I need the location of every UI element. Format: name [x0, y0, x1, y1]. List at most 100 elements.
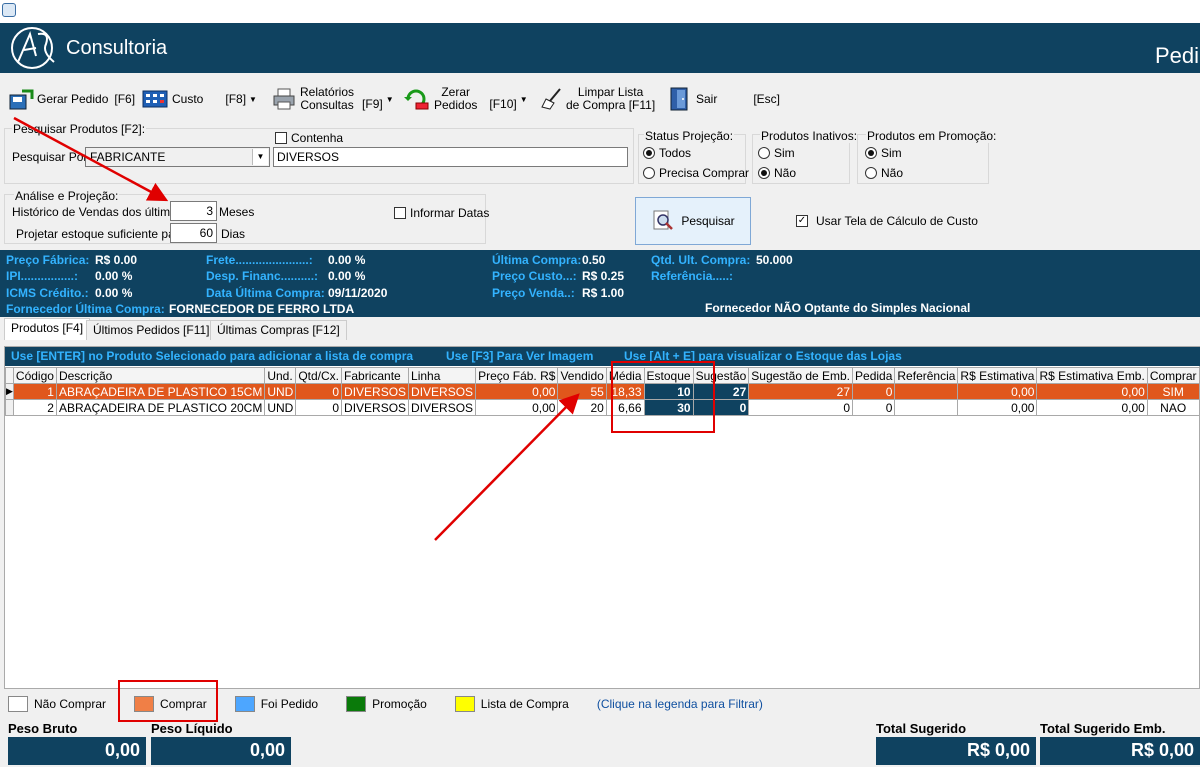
cell-linha: DIVERSOS — [408, 383, 477, 400]
col-codigo[interactable]: Código — [12, 367, 57, 384]
radio-precisa-comprar[interactable]: Precisa Comprar — [643, 166, 749, 180]
relatorios-key: [F9] — [362, 97, 383, 111]
contains-checkbox[interactable]: Contenha — [275, 131, 343, 145]
ultima-compra-key: Última Compra: — [492, 253, 582, 267]
save-order-icon — [9, 89, 34, 110]
col-estimativa[interactable]: R$ Estimativa — [957, 367, 1038, 384]
table-header-row: Código Descrição Und. Qtd/Cx. Fabricante… — [5, 367, 1200, 384]
col-pedida[interactable]: Pedida — [852, 367, 896, 384]
limpar-label: Limpar Lista de Compra [F11] — [566, 85, 656, 112]
chevron-down-icon[interactable]: ▼ — [249, 95, 257, 104]
radio-promocao-nao[interactable]: Não — [865, 166, 903, 180]
col-descricao[interactable]: Descrição — [55, 367, 266, 384]
legend-label: Não Comprar — [34, 697, 107, 711]
legend-swatch — [8, 696, 28, 712]
cell-qtd-cx: 0 — [295, 383, 343, 400]
tab-ultimos-pedidos[interactable]: Últimos Pedidos [F11] — [86, 320, 217, 340]
produtos-inativos-label: Produtos Inativos: — [760, 129, 859, 143]
chevron-down-icon[interactable]: ▼ — [386, 95, 394, 104]
col-preco-fab[interactable]: Preço Fáb. R$ — [475, 367, 559, 384]
data-ultima-value: 09/11/2020 — [328, 286, 388, 300]
zerar-label: Zerar Pedidos — [434, 85, 478, 112]
gerar-pedido-button[interactable]: Gerar Pedido [F6] — [8, 76, 135, 122]
chevron-down-icon[interactable]: ▼ — [520, 95, 528, 104]
row-selector[interactable] — [5, 399, 14, 416]
printer-icon — [273, 88, 295, 110]
historico-meses-input[interactable]: 3 — [170, 201, 217, 221]
cell-estimativa-emb: 0,00 — [1036, 383, 1148, 400]
col-comprar[interactable]: Comprar — [1146, 367, 1200, 384]
col-vendido[interactable]: Vendido — [557, 367, 607, 384]
custo-button[interactable]: Custo [F8] ▼ — [142, 76, 257, 122]
cell-linha: DIVERSOS — [408, 399, 477, 416]
legend-nao-comprar[interactable]: Não Comprar — [8, 696, 106, 712]
legend-lista-compra[interactable]: Lista de Compra — [454, 696, 569, 712]
zerar-pedidos-button[interactable]: Zerar Pedidos [F10] ▼ — [404, 76, 528, 122]
col-linha[interactable]: Linha — [408, 367, 477, 384]
contains-label: Contenha — [291, 131, 344, 145]
pesquisar-button[interactable]: Pesquisar — [635, 197, 751, 245]
row-selector-arrow-icon[interactable]: ▶ — [5, 383, 14, 400]
cell-descricao: ABRAÇADEIRA DE PLASTICO 15CM — [55, 383, 266, 400]
radio-promocao-sim[interactable]: Sim — [865, 146, 902, 160]
relatorios-button[interactable]: Relatórios Consultas [F9] ▼ — [272, 76, 394, 122]
ipi-key: IPI................: — [6, 269, 79, 283]
cell-und: UND — [264, 383, 297, 400]
custo-key: [F8] — [225, 92, 247, 106]
radio-todos-label: Todos — [659, 146, 692, 160]
col-estimativa-emb[interactable]: R$ Estimativa Emb. — [1036, 367, 1148, 384]
produtos-promocao-label: Produtos em Promoção: — [866, 129, 998, 143]
legend-foi-pedido[interactable]: Foi Pedido — [234, 696, 319, 712]
col-referencia[interactable]: Referência — [894, 367, 959, 384]
radio-inativos-sim[interactable]: Sim — [758, 146, 795, 160]
table-row[interactable]: ▶ 1 ABRAÇADEIRA DE PLASTICO 15CM UND 0 D… — [5, 383, 1200, 400]
cell-estimativa: 0,00 — [957, 383, 1038, 400]
usar-tela-calculo-checkbox[interactable]: ✓ Usar Tela de Cálculo de Custo — [796, 214, 978, 228]
qtd-ult-compra-key: Qtd. Ult. Compra: — [651, 253, 751, 267]
ultima-compra-value: 0.50 — [582, 253, 606, 267]
pesquisar-label: Pesquisar — [681, 214, 735, 228]
tab-ultimas-compras[interactable]: Últimas Compras [F12] — [210, 320, 347, 340]
peso-liquido-value: 0,00 — [151, 737, 291, 765]
col-qtd-cx[interactable]: Qtd/Cx. — [295, 367, 343, 384]
app-header: Consultoria Pedi — [0, 23, 1200, 73]
qtd-ult-compra-value: 50.000 — [756, 253, 793, 267]
search-input[interactable]: DIVERSOS — [273, 147, 628, 167]
radio-dot — [758, 147, 770, 159]
projetar-label: Projetar estoque suficiente para — [16, 227, 186, 241]
sair-button[interactable]: Sair [Esc] — [668, 76, 780, 122]
radio-inativos-nao[interactable]: Não — [758, 166, 796, 180]
col-sugestao-emb[interactable]: Sugestão de Emb. — [748, 367, 854, 384]
total-sugerido-label: Total Sugerido — [876, 721, 967, 736]
preco-custo-key: Preço Custo...: — [492, 269, 577, 283]
radio-promocao-sim-label: Sim — [881, 146, 902, 160]
col-und[interactable]: Und. — [264, 367, 297, 384]
legend-label: Foi Pedido — [260, 697, 319, 711]
hint-f3: Use [F3] Para Ver Imagem — [446, 349, 594, 363]
products-table[interactable]: Código Descrição Und. Qtd/Cx. Fabricante… — [5, 367, 1200, 416]
legend-swatch — [346, 696, 367, 712]
zerar-key: [F10] — [489, 97, 517, 111]
preco-venda-key: Preço Venda..: — [492, 286, 575, 300]
radio-promocao-nao-label: Não — [881, 166, 904, 180]
table-row[interactable]: 2 ABRAÇADEIRA DE PLASTICO 20CM UND 0 DIV… — [5, 399, 1200, 416]
legend-promocao[interactable]: Promoção — [346, 696, 427, 712]
col-fabricante[interactable]: Fabricante — [341, 367, 410, 384]
radio-inativos-nao-label: Não — [774, 166, 797, 180]
brand-name: Consultoria — [66, 37, 168, 59]
informar-datas-checkbox[interactable]: Informar Datas — [394, 206, 489, 220]
chevron-down-icon: ▼ — [252, 149, 268, 165]
radio-dot — [865, 147, 877, 159]
projetar-dias-input[interactable]: 60 — [170, 223, 217, 243]
informar-datas-label: Informar Datas — [410, 206, 490, 220]
radio-dot — [643, 147, 655, 159]
legend-hint: (Clique na legenda para Filtrar) — [596, 697, 763, 711]
cell-fabricante: DIVERSOS — [341, 383, 410, 400]
cell-codigo: 2 — [12, 399, 57, 416]
tab-produtos[interactable]: Produtos [F4] — [4, 318, 91, 340]
limpar-lista-button[interactable]: Limpar Lista de Compra [F11] — [540, 76, 655, 122]
cell-sugestao-emb: 0 — [748, 399, 854, 416]
cell-descricao: ABRAÇADEIRA DE PLASTICO 20CM — [55, 399, 266, 416]
search-by-select[interactable]: FABRICANTE ▼ — [85, 147, 270, 167]
radio-todos[interactable]: Todos — [643, 146, 691, 160]
